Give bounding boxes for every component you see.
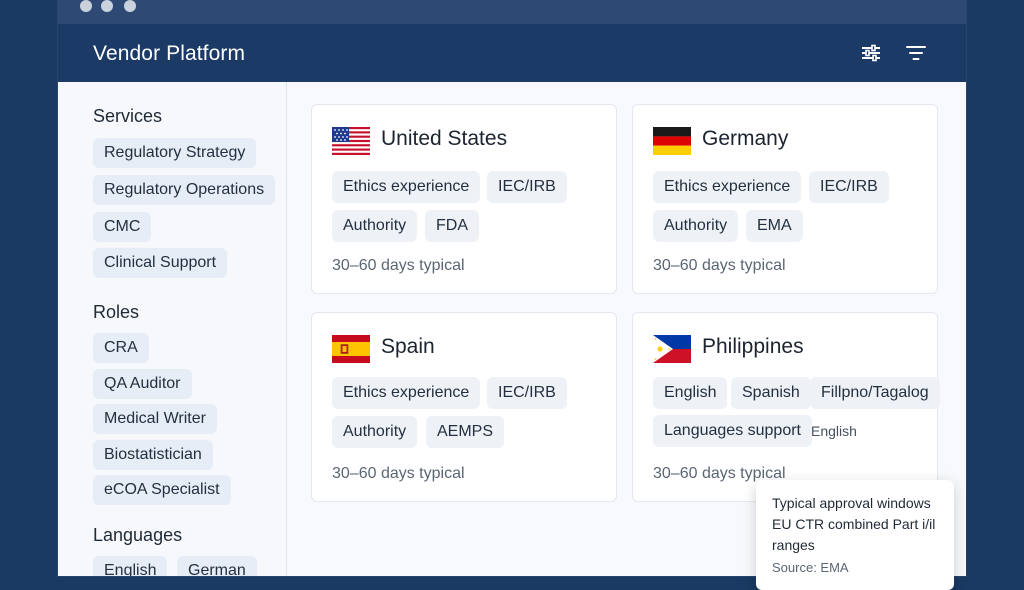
tag-authority: Authority	[332, 210, 418, 242]
tag-spanish: Spanish	[731, 377, 811, 409]
tag-authority: Authority	[653, 210, 739, 242]
service-chip-cmc[interactable]: CMC	[93, 212, 152, 242]
services-heading: Services	[93, 106, 163, 126]
country-card-spain[interactable]: Spain Ethics experience IEC/IRB Authorit…	[311, 312, 617, 502]
spain-flag-icon	[332, 335, 370, 363]
tag-filipino-tagalog: Fillpno/Tagalog	[810, 377, 940, 409]
tag-aemps: AEMPS	[426, 416, 505, 448]
philippines-flag-icon	[653, 335, 691, 363]
tag-english: English	[653, 377, 728, 409]
germany-flag-icon	[653, 127, 691, 155]
country-name: Spain	[381, 335, 435, 358]
roles-heading: Roles	[93, 302, 140, 322]
approval-time: 30–60 days typical	[332, 257, 465, 274]
window-close-control[interactable]	[80, 0, 92, 12]
country-card-germany[interactable]: Germany Ethics experience IEC/IRB Author…	[632, 104, 938, 294]
role-chip-medical-writer[interactable]: Medical Writer	[93, 404, 217, 434]
tooltip-line: ranges	[772, 537, 815, 553]
country-card-philippines[interactable]: Philippines English Spanish Fillpno/Taga…	[632, 312, 940, 502]
tag-ema: EMA	[746, 210, 803, 242]
language-chip-german[interactable]: German	[177, 556, 257, 576]
tag-iec-irb: IEC/IRB	[809, 171, 889, 203]
tag-iec-irb: IEC/IRB	[487, 171, 567, 203]
tooltip-line: EU CTR combined Part i/il	[772, 516, 936, 532]
country-name: Philippines	[702, 335, 804, 358]
window-minimize-control[interactable]	[101, 0, 113, 12]
country-name: United States	[381, 127, 508, 150]
window-maximize-control[interactable]	[124, 0, 136, 12]
app-header: Vendor Platform	[58, 24, 966, 82]
language-chip-english[interactable]: English	[93, 556, 168, 576]
role-chip-cra[interactable]: CRA	[93, 333, 149, 363]
role-chip-ecoa-specialist[interactable]: eCOA Specialist	[93, 475, 231, 505]
approval-time: 30–60 days typical	[332, 465, 465, 482]
app-title: Vendor Platform	[93, 42, 246, 65]
sliders-icon[interactable]	[860, 44, 882, 62]
tooltip-arrow	[851, 466, 875, 480]
us-flag-icon	[332, 127, 370, 155]
window-titlebar	[58, 0, 966, 24]
languages-heading: Languages	[93, 525, 183, 545]
service-chip-regulatory-strategy[interactable]: Regulatory Strategy	[93, 138, 257, 168]
tag-languages-support[interactable]: Languages support	[653, 415, 812, 447]
tooltip-source: Source: EMA	[772, 560, 849, 575]
filter-icon[interactable]	[905, 44, 927, 62]
service-chip-clinical-support[interactable]: Clinical Support	[93, 248, 228, 278]
role-chip-qa-auditor[interactable]: QA Auditor	[93, 369, 192, 399]
tag-iec-irb: IEC/IRB	[487, 377, 567, 409]
tooltip-line: Typical approval windows	[772, 495, 931, 511]
service-chip-regulatory-operations[interactable]: Regulatory Operations	[93, 175, 276, 205]
tag-authority: Authority	[332, 416, 418, 448]
role-chip-biostatistician[interactable]: Biostatistician	[93, 440, 213, 470]
tag-ethics-experience: Ethics experience	[332, 171, 481, 203]
country-name: Germany	[702, 127, 789, 150]
sidebar: Services Regulatory Strategy Regulatory …	[58, 82, 287, 576]
approval-tooltip: Typical approval windows EU CTR combined…	[756, 480, 954, 590]
tag-ethics-experience: Ethics experience	[332, 377, 481, 409]
language-hover-value: English	[811, 423, 857, 439]
country-card-united-states[interactable]: United States Ethics experience IEC/IRB …	[311, 104, 617, 294]
tag-fda: FDA	[425, 210, 479, 242]
tag-ethics-experience: Ethics experience	[653, 171, 802, 203]
approval-time: 30–60 days typical	[653, 257, 786, 274]
